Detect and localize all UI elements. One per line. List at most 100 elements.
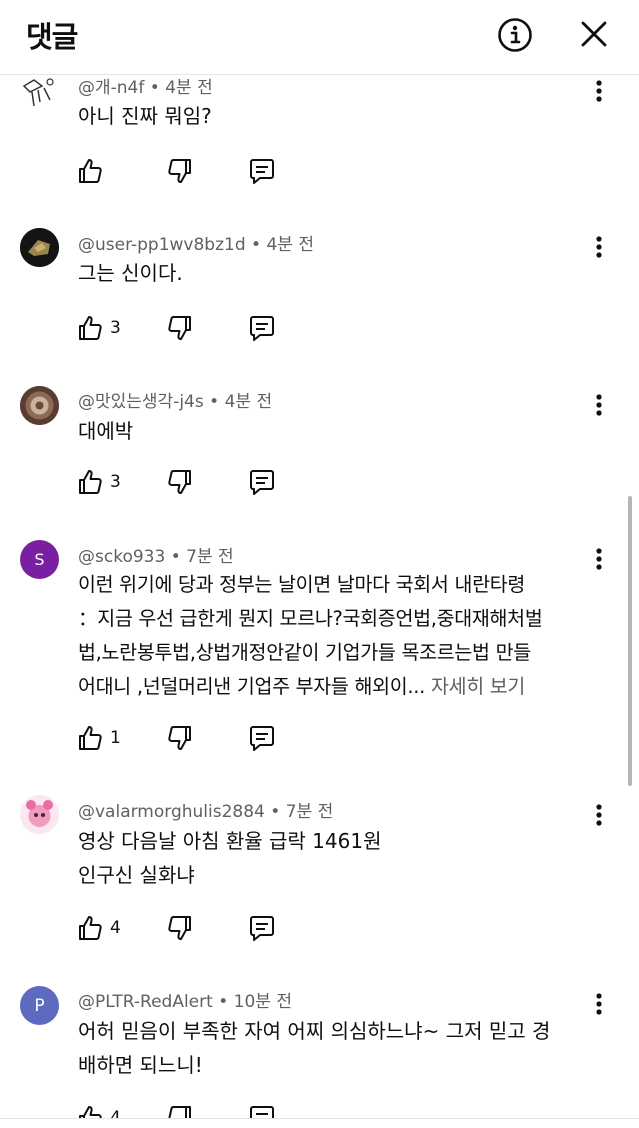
comment-text: 영상 다음날 아침 환율 급락 1461원 인구신 실화냐 <box>78 824 600 892</box>
comment-meta: @PLTR-RedAlert • 10분 전 <box>78 992 292 1012</box>
comment-text: 대에박 <box>78 419 134 443</box>
avatar[interactable] <box>20 228 59 267</box>
avatar[interactable] <box>20 72 59 111</box>
comment-text: 어허 믿음이 부족한 자여 어찌 의심하느냐~ 그저 믿고 경 배하면 되느니! <box>78 1014 600 1082</box>
more-vert-icon[interactable] <box>587 77 611 107</box>
avatar-photo-icon <box>20 228 59 267</box>
comment-meta: @user-pp1wv8bz1d • 4분 전 <box>78 235 314 255</box>
avatar[interactable]: S <box>20 540 59 579</box>
avatar[interactable] <box>20 386 59 425</box>
comment-meta: @개-n4f • 4분 전 <box>78 78 213 98</box>
reply-button[interactable] <box>248 722 276 754</box>
like-count: 3 <box>110 318 121 338</box>
thumbs-down-icon <box>168 316 191 340</box>
comment-actions: 1 <box>76 722 316 754</box>
comment-author[interactable]: @개-n4f <box>78 78 144 98</box>
comment-text: 아니 진짜 뭐임? <box>78 104 212 128</box>
reply-button[interactable] <box>248 1102 276 1118</box>
avatar-drawing-icon <box>20 72 59 111</box>
info-circle-icon[interactable] <box>497 17 533 53</box>
reply-icon <box>250 470 274 495</box>
comment-text-line: 영상 다음날 아침 환율 급락 1461원 <box>78 829 382 853</box>
comment-text-line: 인구신 실화냐 <box>78 863 195 887</box>
more-vert-icon[interactable] <box>587 545 611 575</box>
comment-time: 10분 전 <box>233 992 292 1012</box>
page-title: 댓글 <box>26 20 78 54</box>
divider <box>0 1118 639 1119</box>
more-vert-icon[interactable] <box>587 233 611 263</box>
comment-text-line: 어대니 ,넌덜머리낸 기업주 부자들 해외이... <box>78 675 431 698</box>
thumbs-down-icon <box>168 470 191 494</box>
reply-button[interactable] <box>248 466 276 498</box>
dislike-button[interactable] <box>166 466 194 498</box>
like-button[interactable] <box>76 155 110 187</box>
avatar-letter: P <box>34 995 45 1016</box>
like-count: 4 <box>110 918 121 938</box>
reply-icon <box>250 316 274 341</box>
comment-actions: 4 <box>76 1102 316 1118</box>
comment-author[interactable]: @scko933 <box>78 547 165 567</box>
scrollbar[interactable] <box>628 496 632 786</box>
more-vert-icon[interactable] <box>587 391 611 421</box>
comment-author[interactable]: @user-pp1wv8bz1d <box>78 235 246 255</box>
like-button[interactable]: 3 <box>76 466 121 498</box>
dislike-button[interactable] <box>166 1102 194 1118</box>
comment-text-line: ：지금 우선 급한게 뭔지 모르나?국회증언법,중대재해처벌 <box>78 607 543 630</box>
dislike-button[interactable] <box>166 912 194 944</box>
like-count: 4 <box>110 1108 121 1118</box>
comment-meta: @맛있는생각-j4s • 4분 전 <box>78 392 273 412</box>
comment-time: 4분 전 <box>266 235 314 255</box>
comments-header: 댓글 <box>0 0 639 75</box>
comment-time: 4분 전 <box>224 392 273 412</box>
like-button[interactable]: 1 <box>76 722 121 754</box>
dislike-button[interactable] <box>166 312 194 344</box>
reply-button[interactable] <box>248 912 276 944</box>
comment-meta: @scko933 • 7분 전 <box>78 547 234 567</box>
comment-meta: @valarmorghulis2884 • 7분 전 <box>78 802 334 822</box>
avatar-photo-icon <box>20 795 59 834</box>
comment-actions: 3 <box>76 466 316 498</box>
like-count: 3 <box>110 472 121 492</box>
thumbs-up-icon <box>79 470 102 494</box>
comment-time: 7분 전 <box>285 802 334 822</box>
reply-icon <box>250 159 274 184</box>
like-button[interactable]: 4 <box>76 912 121 944</box>
dislike-button[interactable] <box>166 155 194 187</box>
reply-icon <box>250 1106 274 1118</box>
comment-author[interactable]: @valarmorghulis2884 <box>78 802 265 822</box>
comment-actions: 3 <box>76 312 316 344</box>
like-button[interactable]: 4 <box>76 1102 121 1118</box>
comment-text-line: 법,노란봉투법,상법개정안같이 기업가들 목조르는법 만들 <box>78 641 531 664</box>
comment-time: 7분 전 <box>186 547 234 567</box>
thumbs-up-icon <box>79 916 102 940</box>
thumbs-down-icon <box>168 1106 191 1118</box>
comment-author[interactable]: @맛있는생각-j4s <box>78 392 204 412</box>
comment-actions: 4 <box>76 912 316 944</box>
thumbs-up-icon <box>79 159 102 183</box>
more-vert-icon[interactable] <box>587 990 611 1020</box>
thumbs-up-icon <box>79 1106 102 1118</box>
reply-button[interactable] <box>248 155 276 187</box>
thumbs-down-icon <box>168 159 191 183</box>
avatar[interactable]: P <box>20 986 59 1025</box>
like-button[interactable]: 3 <box>76 312 121 344</box>
avatar[interactable] <box>20 795 59 834</box>
thumbs-down-icon <box>168 916 191 940</box>
avatar-photo-icon <box>20 386 59 425</box>
reply-icon <box>250 916 274 941</box>
comment-author[interactable]: @PLTR-RedAlert <box>78 992 213 1012</box>
comment-time: 4분 전 <box>165 78 213 98</box>
thumbs-up-icon <box>79 316 102 340</box>
close-icon[interactable] <box>578 18 610 50</box>
more-vert-icon[interactable] <box>587 801 611 831</box>
reply-icon <box>250 726 274 751</box>
comments-list[interactable]: @개-n4f • 4분 전 아니 진짜 뭐임? @user-pp1wv8bz1d… <box>0 0 639 1128</box>
read-more-link[interactable]: 자세히 보기 <box>431 675 525 698</box>
comment-text-line: 어허 믿음이 부족한 자여 어찌 의심하느냐~ 그저 믿고 경 <box>78 1019 551 1043</box>
like-count: 1 <box>110 728 121 748</box>
comment-text: 그는 신이다. <box>78 261 183 285</box>
dislike-button[interactable] <box>166 722 194 754</box>
thumbs-up-icon <box>79 726 102 750</box>
comment-text: 이런 위기에 당과 정부는 날이면 날마다 국회서 내란타령 ：지금 우선 급한… <box>78 568 600 704</box>
reply-button[interactable] <box>248 312 276 344</box>
